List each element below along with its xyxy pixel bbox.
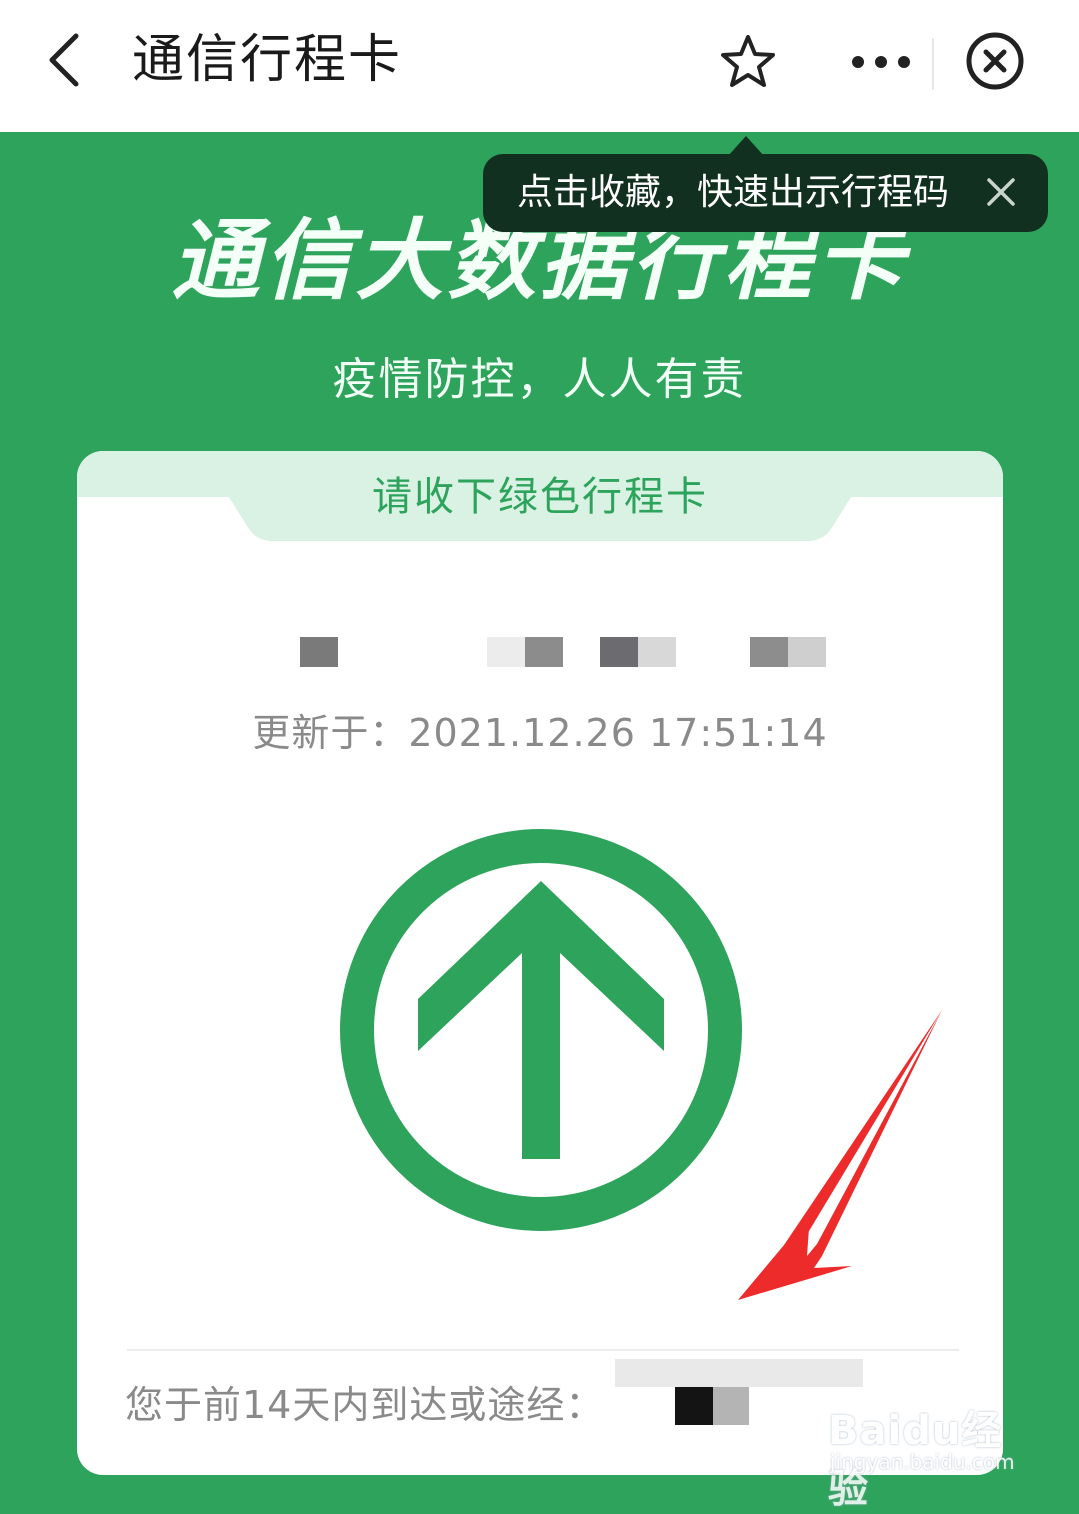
back-button[interactable] (38, 30, 98, 90)
up-arrow-circle-icon (340, 829, 742, 1231)
page-title: 通信行程卡 (132, 30, 403, 90)
more-icon (852, 56, 910, 68)
close-icon (987, 178, 1015, 206)
tooltip-text: 点击收藏，快速出示行程码 (517, 172, 950, 213)
update-timestamp: 更新于：2021.12.26 17:51:14 (252, 711, 828, 755)
more-button[interactable] (846, 42, 916, 82)
travel-card: 请收下绿色行程卡 更新于：2021.12.26 17:51:14 您于前14天内… (77, 451, 1003, 1475)
watermark-url: jingyan.baidu.com (830, 1450, 1015, 1474)
hero-subtitle: 疫情防控，人人有责 (332, 354, 747, 405)
tooltip-pointer (728, 136, 764, 156)
top-navigation-bar: 通信行程卡 (0, 0, 1079, 132)
travel-history-label: 您于前14天内到达或途经： (125, 1383, 605, 1427)
card-header-label: 请收下绿色行程卡 (372, 474, 708, 520)
close-circle-icon (966, 32, 1024, 90)
favorite-button[interactable] (718, 32, 778, 92)
close-miniprogram-button[interactable] (964, 30, 1026, 92)
star-icon (721, 35, 775, 87)
back-arrow-icon (49, 33, 79, 87)
baidu-watermark: Baidu经验 jingyan.baidu.com (828, 1380, 1028, 1512)
tooltip-close-button[interactable] (983, 174, 1019, 210)
toolbar-divider (932, 38, 934, 90)
favorite-tooltip: 点击收藏，快速出示行程码 (483, 154, 1048, 232)
annotation-red-arrow (738, 1010, 942, 1300)
card-divider (127, 1349, 959, 1351)
